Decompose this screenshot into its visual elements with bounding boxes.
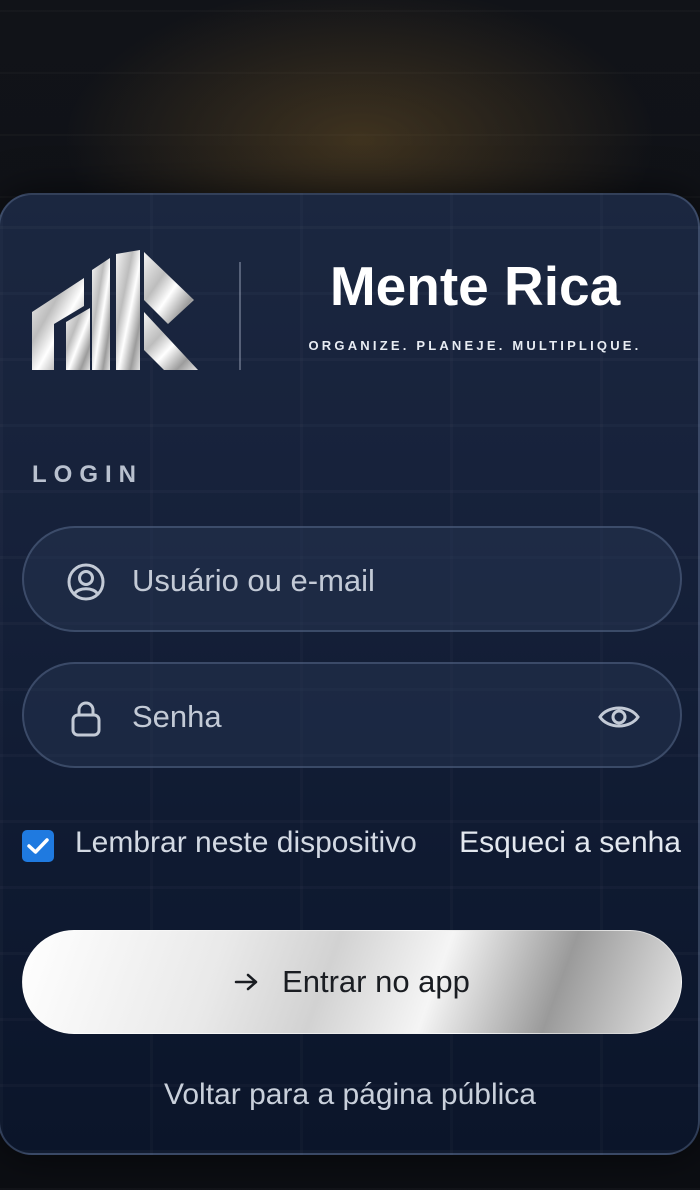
password-field[interactable]	[22, 662, 682, 768]
user-circle-icon	[67, 563, 105, 601]
arrow-right-icon	[234, 973, 258, 991]
back-to-public-page-link[interactable]: Voltar para a página pública	[0, 1078, 700, 1112]
login-section-label: LOGIN	[32, 461, 143, 488]
login-submit-button[interactable]: Entrar no app	[22, 930, 682, 1034]
brand-title: Mente Rica	[329, 255, 621, 317]
login-submit-label: Entrar no app	[282, 964, 470, 999]
lock-icon	[71, 701, 101, 737]
forgot-password-link[interactable]: Esqueci a senha	[459, 826, 681, 860]
password-input[interactable]	[130, 688, 574, 746]
checkmark-icon	[27, 838, 49, 854]
brand-divider	[239, 262, 241, 370]
brand-tagline: ORGANIZE. PLANEJE. MULTIPLIQUE.	[308, 338, 642, 353]
remember-checkbox[interactable]	[22, 830, 54, 862]
remember-label[interactable]: Lembrar neste dispositivo	[75, 826, 417, 860]
username-field[interactable]	[22, 526, 682, 632]
username-input[interactable]	[130, 552, 574, 610]
eye-icon[interactable]	[598, 702, 640, 732]
mr-monogram-icon	[32, 250, 198, 370]
